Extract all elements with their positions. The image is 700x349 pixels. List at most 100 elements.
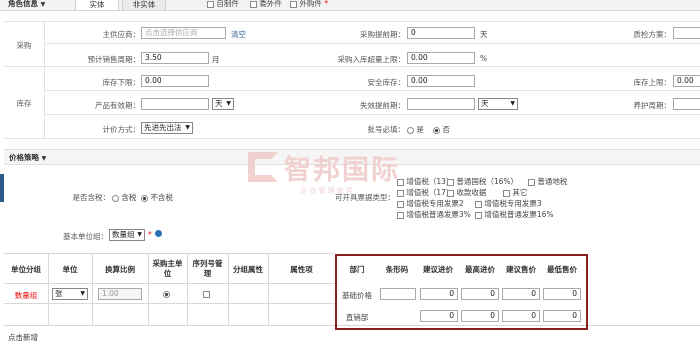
suggest-purchase-input[interactable]: 0 bbox=[420, 288, 458, 300]
price-col-header: 最低售价 bbox=[547, 265, 577, 274]
invoice-option[interactable]: 普通国税（16%） bbox=[447, 176, 518, 187]
qc-plan-input[interactable] bbox=[673, 27, 700, 39]
shelf-life-input[interactable] bbox=[141, 98, 209, 110]
tax-yes-label: 含税 bbox=[121, 193, 137, 202]
help-icon[interactable] bbox=[155, 230, 162, 237]
chevron-down-icon: ▼ bbox=[80, 290, 85, 297]
excess-input[interactable]: 0.00 bbox=[407, 52, 475, 64]
main-unit-radio[interactable] bbox=[163, 290, 170, 298]
tax-yes-radio[interactable] bbox=[112, 194, 119, 202]
invoice-option[interactable]: 其它 bbox=[503, 187, 527, 198]
purchase-group-label: 采购 bbox=[16, 41, 32, 50]
invoice-option[interactable]: 增值税（17） bbox=[397, 187, 453, 198]
invoice-option-label: 收款收据 bbox=[456, 188, 487, 197]
batch-no-radio[interactable] bbox=[433, 126, 440, 134]
batch-required-label: 批号必填： bbox=[367, 125, 406, 134]
invoice-checkbox[interactable] bbox=[397, 211, 404, 219]
shelf-life-unit-select[interactable]: 天 ▼ bbox=[212, 98, 234, 110]
required-mark: * bbox=[148, 230, 152, 239]
main-supplier-input[interactable]: 点击选择供应商 bbox=[141, 27, 226, 39]
invoice-option[interactable]: 增值税专用发票2 bbox=[397, 198, 464, 209]
min-sale-input[interactable]: 0 bbox=[543, 310, 581, 322]
lead-time-label: 采购提前期： bbox=[360, 30, 405, 39]
outsourced-option[interactable]: 外购件 * bbox=[290, 0, 328, 9]
invoice-checkbox[interactable] bbox=[475, 200, 482, 208]
stock-max-input[interactable]: 0.00 bbox=[673, 75, 700, 87]
barcode-input[interactable] bbox=[380, 288, 416, 300]
max-purchase-input[interactable]: 0 bbox=[461, 288, 499, 300]
role-info-title[interactable]: 角色信息 ▼ bbox=[8, 0, 45, 9]
invoice-option[interactable]: 普通地税 bbox=[528, 176, 567, 187]
stock-min-input[interactable]: 0.00 bbox=[141, 75, 209, 87]
chevron-down-icon: ▼ bbox=[226, 100, 231, 107]
table-border bbox=[187, 253, 188, 325]
invoice-checkbox[interactable] bbox=[447, 178, 454, 186]
excess-unit: % bbox=[480, 54, 488, 63]
serial-manage-checkbox[interactable] bbox=[203, 289, 210, 298]
table-border bbox=[4, 253, 335, 254]
qc-plan-label: 质检方案： bbox=[633, 30, 672, 39]
add-new-link[interactable]: 点击新增 bbox=[8, 332, 38, 343]
invoice-checkbox[interactable] bbox=[528, 178, 535, 186]
watermark-text: 智邦国际 bbox=[284, 155, 400, 186]
invoice-checkbox[interactable] bbox=[397, 178, 404, 186]
safety-stock-input[interactable]: 0.00 bbox=[407, 75, 475, 87]
grid-line bbox=[4, 66, 700, 67]
invoice-option[interactable]: 增值税专用发票3 bbox=[475, 198, 542, 209]
invoice-option-label: 普通国税（16%） bbox=[456, 177, 519, 186]
expire-input[interactable] bbox=[407, 98, 475, 110]
invoice-option[interactable]: 增值税普通发票3% bbox=[397, 209, 471, 220]
suggest-purchase-input[interactable]: 0 bbox=[420, 310, 458, 322]
batch-yes-option[interactable]: 是 bbox=[407, 124, 424, 135]
unit-select[interactable]: 张 ▼ bbox=[52, 288, 88, 300]
batch-yes-radio[interactable] bbox=[407, 126, 414, 134]
purchased-part-option[interactable]: 委外件 bbox=[250, 0, 282, 9]
cost-method-select[interactable]: 先进先出法 ▼ bbox=[141, 122, 193, 134]
suggest-sale-input[interactable]: 0 bbox=[502, 288, 540, 300]
maintenance-input[interactable] bbox=[673, 98, 700, 110]
chevron-down-icon[interactable]: ▼ bbox=[41, 1, 46, 8]
invoice-checkbox[interactable] bbox=[475, 211, 482, 219]
pricing-section-title[interactable]: 价格策略 ▼ bbox=[9, 152, 46, 163]
expire-label: 失效提前期： bbox=[360, 101, 405, 110]
invoice-option[interactable]: 增值税（13） bbox=[397, 176, 453, 187]
forecast-input[interactable]: 3.50 bbox=[141, 52, 209, 64]
invoice-checkbox[interactable] bbox=[447, 189, 454, 197]
clear-supplier-link[interactable]: 清空 bbox=[231, 29, 246, 40]
invoice-option[interactable]: 增值税普通发票16% bbox=[475, 209, 554, 220]
base-unit-select[interactable]: 数量组 ▼ bbox=[109, 229, 145, 241]
self-made-checkbox[interactable] bbox=[207, 0, 214, 8]
min-sale-input[interactable]: 0 bbox=[543, 288, 581, 300]
tab-non-entity[interactable]: 非实体 bbox=[122, 0, 166, 10]
tab-entity[interactable]: 实体 bbox=[75, 0, 119, 10]
tax-no-option[interactable]: 不含税 bbox=[141, 192, 173, 203]
expire-unit-select[interactable]: 天 ▼ bbox=[478, 98, 518, 110]
invoice-checkbox[interactable] bbox=[397, 189, 404, 197]
lead-time-input[interactable]: 0 bbox=[407, 27, 475, 39]
batch-yes-label: 是 bbox=[416, 125, 424, 134]
batch-no-option[interactable]: 否 bbox=[433, 124, 450, 135]
self-made-label: 自制件 bbox=[216, 0, 239, 8]
ratio-input[interactable]: 1.00 bbox=[98, 288, 142, 300]
invoice-option-label: 增值税普通发票3% bbox=[406, 210, 471, 219]
self-made-option[interactable]: 自制件 bbox=[207, 0, 239, 9]
tax-no-label: 不含税 bbox=[150, 193, 173, 202]
table-border bbox=[4, 303, 335, 304]
max-purchase-input[interactable]: 0 bbox=[461, 310, 499, 322]
tax-yes-option[interactable]: 含税 bbox=[112, 192, 136, 203]
collapse-handle[interactable] bbox=[0, 174, 4, 202]
grid-line bbox=[44, 43, 700, 44]
tax-no-radio[interactable] bbox=[141, 194, 148, 202]
purchase-main-unit-radio[interactable] bbox=[163, 289, 170, 298]
watermark-logo-icon bbox=[248, 152, 278, 182]
serial-checkbox[interactable] bbox=[203, 290, 210, 298]
invoice-option[interactable]: 收款收据 bbox=[447, 187, 486, 198]
invoice-checkbox[interactable] bbox=[397, 200, 404, 208]
role-info-label: 角色信息 bbox=[8, 0, 38, 8]
dept-base-price: 基础价格 bbox=[342, 291, 372, 300]
outsourced-checkbox[interactable] bbox=[290, 0, 297, 8]
purchased-part-checkbox[interactable] bbox=[250, 0, 257, 8]
invoice-checkbox[interactable] bbox=[503, 189, 510, 197]
chevron-down-icon: ▼ bbox=[185, 124, 190, 131]
suggest-sale-input[interactable]: 0 bbox=[502, 310, 540, 322]
